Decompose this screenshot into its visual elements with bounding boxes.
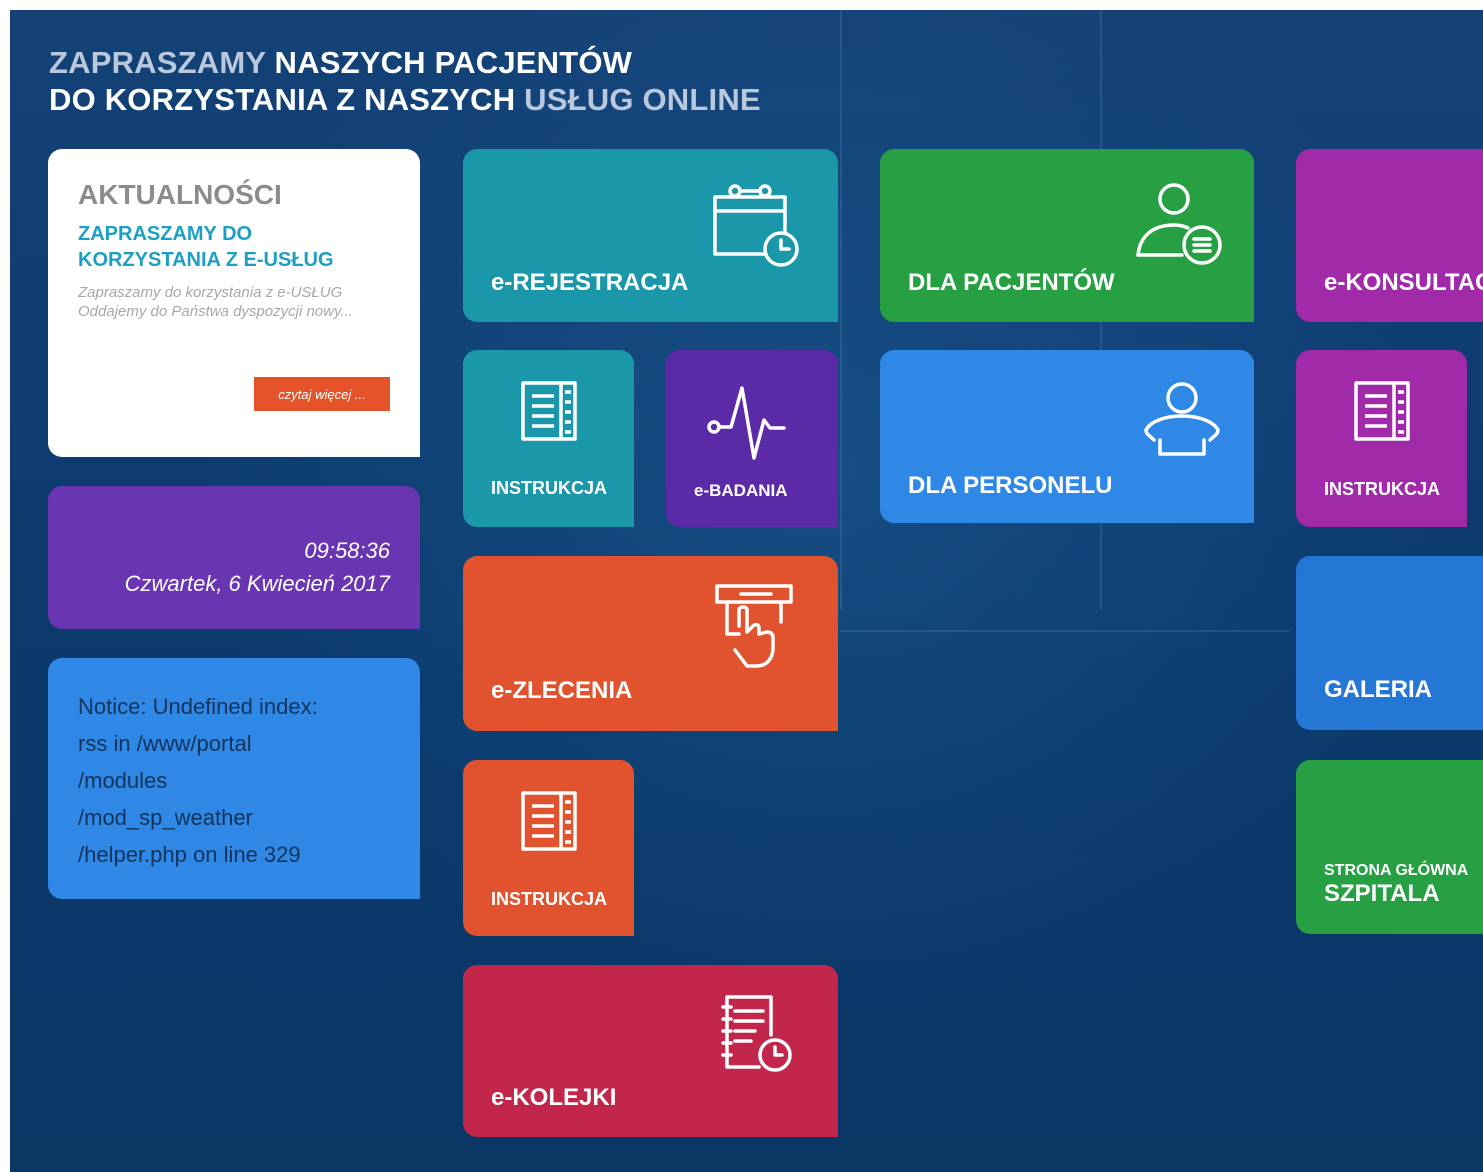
tile-e-konsultacje[interactable]: e-KONSULTAC	[1296, 149, 1483, 322]
tile-instrukcja-zlecenia[interactable]: INSTRUKCJA	[463, 760, 634, 936]
tile-label: DLA PERSONELU	[908, 472, 1113, 499]
tile-dla-pacjentow[interactable]: DLA PACJENTÓW	[880, 149, 1254, 322]
background-deco-line	[840, 630, 1290, 632]
tile-label: e-ZLECENIA	[491, 677, 633, 704]
headline-line2-bright: DO KORZYSTANIA Z NASZYCH	[49, 82, 525, 117]
tile-instrukcja-konsultacje[interactable]: INSTRUKCJA	[1296, 350, 1467, 527]
read-more-button[interactable]: czytaj więcej ...	[254, 377, 390, 411]
headline-line1-bright: NASZYCH PACJENTÓW	[265, 45, 633, 80]
notice-line: /helper.php on line 329	[78, 842, 301, 867]
document-clock-icon	[719, 991, 799, 1075]
heartbeat-icon	[704, 380, 790, 466]
calendar-clock-icon	[709, 179, 805, 269]
page-background: ZAPRASZAMY NASZYCH PACJENTÓW DO KORZYSTA…	[10, 10, 1483, 1172]
news-subtitle[interactable]: ZAPRASZAMY DO KORZYSTANIA Z E-USŁUG	[78, 221, 390, 273]
page-headline: ZAPRASZAMY NASZYCH PACJENTÓW DO KORZYSTA…	[49, 44, 761, 118]
tile-galeria[interactable]: GALERIA	[1296, 556, 1483, 730]
headline-line2-dim: USŁUG ONLINE	[524, 82, 761, 117]
news-card: AKTUALNOŚCI ZAPRASZAMY DO KORZYSTANIA Z …	[48, 149, 420, 457]
tile-label-line1: STRONA GŁÓWNA	[1324, 862, 1469, 879]
document-list-icon	[517, 378, 583, 444]
tile-label-line2: SZPITALA	[1324, 880, 1440, 907]
user-list-icon	[1130, 175, 1226, 271]
tile-instrukcja-rejestracja[interactable]: INSTRUKCJA	[463, 350, 634, 527]
card-payment-hand-icon	[711, 582, 797, 674]
tile-label: e-REJESTRACJA	[491, 269, 689, 296]
tile-label: INSTRUKCJA	[491, 889, 608, 909]
tile-label: GALERIA	[1324, 676, 1432, 703]
clock-time: 09:58:36	[304, 538, 390, 563]
tile-e-kolejki[interactable]: e-KOLEJKI	[463, 965, 838, 1137]
tile-e-zlecenia[interactable]: e-ZLECENIA	[463, 556, 838, 731]
tile-label: e-KOLEJKI	[491, 1084, 617, 1111]
notice-line: /mod_sp_weather	[78, 805, 253, 830]
tile-label: INSTRUKCJA	[1324, 479, 1441, 499]
background-deco-line	[840, 10, 842, 610]
tile-dla-personelu[interactable]: DLA PERSONELU	[880, 350, 1254, 523]
clock-date: Czwartek, 6 Kwiecień 2017	[124, 571, 390, 596]
user-icon	[1140, 378, 1224, 466]
tile-e-rejestracja[interactable]: e-REJESTRACJA	[463, 149, 838, 322]
clock-widget: 09:58:36 Czwartek, 6 Kwiecień 2017	[48, 486, 420, 629]
tile-strona-glowna[interactable]: STRONA GŁÓWNA SZPITALA	[1296, 760, 1483, 934]
tile-label: e-KONSULTAC	[1324, 269, 1483, 296]
news-excerpt: Zapraszamy do korzystania z e-USŁUG Odda…	[78, 284, 353, 320]
notice-line: /modules	[78, 768, 168, 793]
news-title: AKTUALNOŚCI	[78, 179, 282, 210]
tile-e-badania[interactable]: e-BADANIA	[666, 350, 838, 527]
notice-line: rss in /www/portal	[78, 731, 252, 756]
tile-label: DLA PACJENTÓW	[908, 269, 1115, 296]
weather-notice: Notice: Undefined index: rss in /www/por…	[48, 658, 420, 899]
document-list-icon	[517, 788, 583, 854]
headline-line1-dim: ZAPRASZAMY	[49, 45, 266, 80]
document-list-icon	[1350, 378, 1416, 444]
tile-label: INSTRUKCJA	[491, 478, 608, 498]
notice-line: Notice: Undefined index:	[78, 694, 318, 719]
tile-label: e-BADANIA	[694, 481, 788, 500]
